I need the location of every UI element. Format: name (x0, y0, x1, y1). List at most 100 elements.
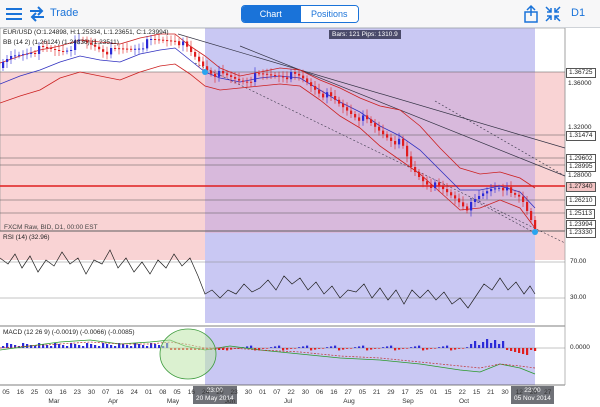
macd-bar (414, 346, 417, 348)
candle-body (410, 156, 413, 167)
candle-body (6, 59, 9, 62)
macd-bar (450, 348, 453, 351)
macd-bar (490, 343, 493, 348)
rsi-level-70: 70.00 (570, 258, 587, 265)
macd-bar (430, 348, 433, 349)
collapse-fullscreen-icon[interactable] (543, 4, 563, 24)
tab-positions[interactable]: Positions (299, 6, 358, 22)
candle-body (534, 220, 537, 229)
macd-bar (310, 348, 313, 351)
candle-body (318, 89, 321, 94)
menu-icon[interactable] (4, 4, 24, 24)
candle-body (470, 202, 473, 211)
macd-bar (130, 346, 133, 348)
macd-bar (226, 348, 229, 351)
candle-body (254, 73, 257, 82)
macd-bar (358, 346, 361, 348)
macd-bar (390, 345, 393, 348)
macd-bar (398, 348, 401, 350)
x-month-label: Aug (343, 398, 355, 405)
price-label: 1.28995 (566, 162, 596, 172)
candle-body (450, 192, 453, 196)
macd-bar (394, 348, 397, 351)
macd-bar (322, 348, 325, 349)
candle-body (166, 40, 169, 42)
x-month-label: May (166, 398, 180, 405)
candle-body (198, 56, 201, 62)
x-tick-label: 23 (73, 389, 81, 396)
macd-bar (486, 339, 489, 348)
x-tick-label: 05 (358, 389, 367, 396)
macd-bar (518, 348, 521, 353)
share-icon[interactable] (521, 4, 541, 24)
candle-body (242, 80, 245, 82)
macd-bar (314, 348, 317, 350)
candle-body (58, 50, 61, 51)
x-tick-label: 30 (501, 389, 509, 396)
macd-bar (342, 348, 345, 350)
macd-bar (510, 348, 513, 351)
macd-bar (286, 348, 289, 350)
macd-bar (246, 346, 249, 348)
macd-bar (86, 343, 89, 348)
view-segmented-control: Chart Positions (241, 5, 359, 23)
macd-bar (266, 348, 269, 349)
candle-body (474, 199, 477, 202)
macd-bar (114, 346, 117, 348)
macd-bar (534, 348, 537, 351)
macd-bar (74, 344, 77, 348)
macd-zero-level: 0.0000 (570, 344, 590, 351)
swap-arrows-icon[interactable] (27, 4, 47, 24)
candle-body (294, 72, 297, 74)
price-label: 1.23330 (566, 228, 596, 238)
macd-bar (426, 348, 429, 350)
candle-body (446, 189, 449, 193)
macd-bar (278, 345, 281, 348)
macd-bar (334, 345, 337, 348)
x-tick-label: 07 (273, 389, 281, 396)
macd-bar (70, 343, 73, 348)
macd-bar (302, 346, 305, 348)
candle-body (514, 193, 517, 195)
candle-body (186, 41, 189, 47)
candle-body (502, 187, 505, 191)
price-label: 1.26210 (566, 196, 596, 206)
candle-body (142, 48, 145, 50)
candle-body (50, 48, 53, 49)
timeframe-selector[interactable]: D1 (571, 7, 585, 19)
macd-bar (514, 348, 517, 352)
x-tick-label: 16 (16, 389, 24, 396)
x-month-label: Sep (402, 398, 414, 405)
candle-body (150, 39, 153, 40)
x-tick-label: 21 (487, 389, 495, 396)
macd-blue-zone (205, 328, 535, 385)
candle-body (182, 41, 185, 46)
price-chart[interactable] (0, 28, 600, 407)
macd-bar (258, 348, 261, 350)
candle-body (126, 48, 129, 50)
x-tick-label: 08 (159, 389, 167, 396)
x-tick-label: 25 (30, 389, 39, 396)
candle-body (530, 211, 533, 220)
macd-bar (422, 348, 425, 351)
macd-bar (142, 345, 145, 348)
x-tick-label: 30 (301, 389, 309, 396)
candle-body (414, 167, 417, 172)
x-tick-label: 05 (173, 389, 181, 396)
macd-bar (506, 348, 509, 350)
candle-body (210, 70, 213, 74)
x-tick-label: 22 (287, 389, 295, 396)
macd-bar (102, 343, 105, 348)
selection-end-dot[interactable] (532, 229, 538, 235)
x-month-label: Oct (458, 398, 470, 405)
candle-body (230, 75, 233, 77)
macd-bar (66, 346, 69, 348)
candle-body (454, 195, 457, 199)
selection-start-dot[interactable] (202, 69, 208, 75)
x-tick-label: 17 (401, 389, 409, 396)
candle-body (326, 92, 329, 98)
chart-area[interactable]: EUR/USD (O:1.24898, H:1.25334, L:1.23651… (0, 28, 600, 407)
tab-chart[interactable]: Chart (242, 6, 300, 22)
candle-body (138, 48, 141, 50)
price-label: 1.36725 (566, 68, 596, 78)
